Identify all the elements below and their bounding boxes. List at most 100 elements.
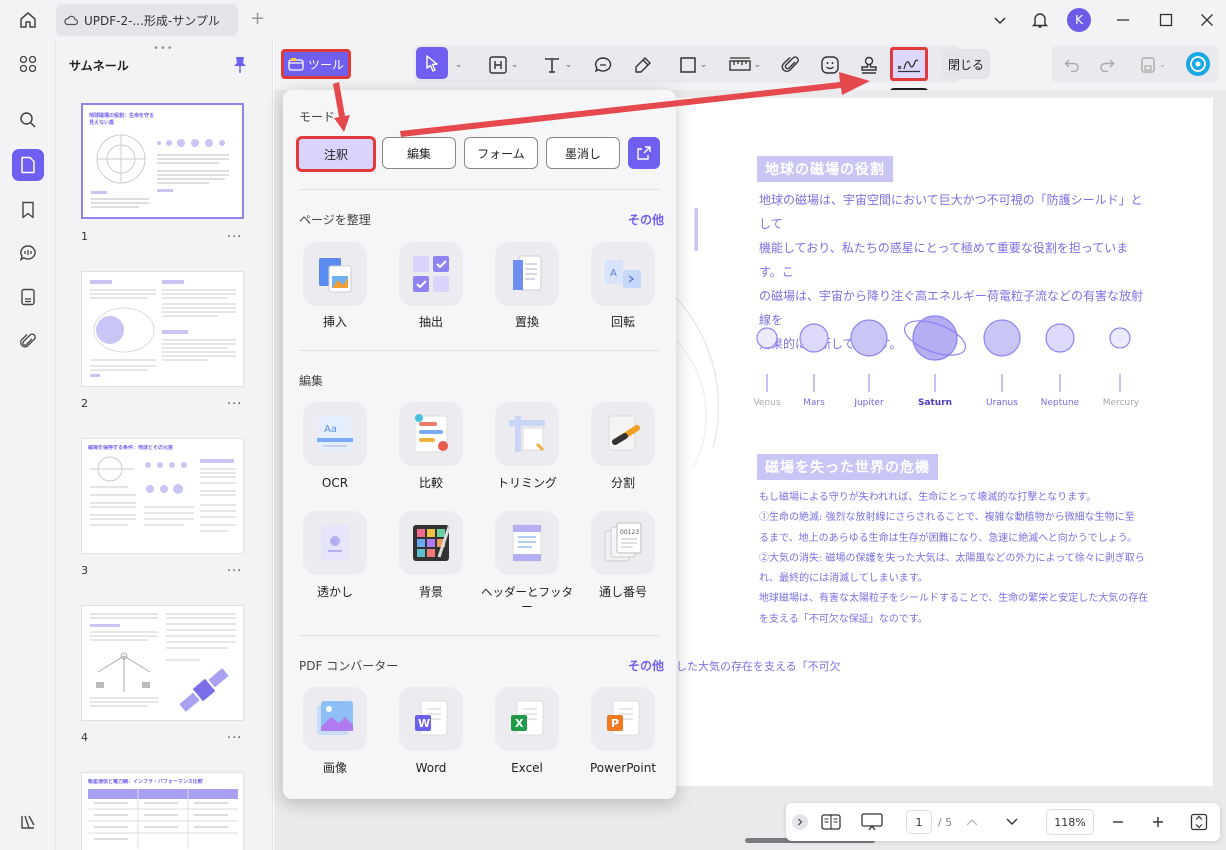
thumbnail-page-2[interactable]	[81, 271, 244, 387]
paperclip-icon	[20, 333, 36, 348]
highlighter-tool[interactable]	[632, 52, 654, 78]
ocr-tool[interactable]: Aa	[303, 402, 367, 466]
insert-tool[interactable]	[303, 242, 367, 306]
add-tab-button[interactable]: +	[250, 10, 268, 28]
rotate-tool[interactable]: A	[591, 242, 655, 306]
converter-more-link[interactable]: その他	[628, 657, 664, 674]
close-tools-button[interactable]: 閉じる	[942, 49, 990, 79]
text-tool[interactable]: ⌄	[536, 52, 578, 78]
minimize-button[interactable]	[1111, 8, 1135, 32]
notification-button[interactable]	[1028, 8, 1052, 32]
numbering-icon: 00123	[604, 522, 642, 562]
undo-button[interactable]	[1062, 52, 1082, 78]
presentation-button[interactable]	[860, 811, 884, 833]
paragraph-line: れ、最終的には消滅してしまいます。	[759, 573, 928, 585]
page-layout-button[interactable]	[820, 811, 842, 833]
zoom-out-button[interactable]	[1108, 811, 1128, 833]
compare-tool[interactable]	[399, 402, 463, 466]
header-footer-icon	[512, 524, 542, 562]
paragraph-line: を支える「不可欠な保証」なのです。	[759, 613, 928, 625]
drag-handle[interactable]: •••	[153, 43, 174, 54]
replace-tool[interactable]	[495, 242, 559, 306]
collapse-statusbar-button[interactable]	[792, 814, 808, 830]
thumbnail-menu[interactable]: ...	[227, 727, 242, 742]
watermark-tool[interactable]	[303, 511, 367, 575]
planet-label: Jupiter	[854, 398, 884, 408]
stamp-panel-button[interactable]	[12, 281, 44, 313]
select-tool-menu[interactable]: ⌄	[452, 52, 463, 78]
thumbnail-page-4[interactable]	[81, 605, 244, 721]
extract-tool[interactable]	[399, 242, 463, 306]
sticker-tool[interactable]	[819, 52, 841, 78]
background-tool[interactable]	[399, 511, 463, 575]
select-tool-button[interactable]	[416, 47, 448, 79]
thumbnail-menu[interactable]: ...	[227, 226, 242, 241]
ai-assistant-button[interactable]	[1185, 51, 1211, 77]
section-heading: 地球の磁場の役割	[757, 156, 893, 182]
insert-icon	[319, 258, 352, 293]
header-footer-tool[interactable]	[495, 511, 559, 575]
thumbnail-number: 1	[81, 230, 88, 243]
thumbnail-menu[interactable]: ...	[227, 393, 242, 408]
shape-tool[interactable]: ⌄	[673, 52, 713, 78]
grid-icon	[19, 55, 37, 73]
open-external-button[interactable]	[628, 137, 660, 169]
organize-more-link[interactable]: その他	[628, 211, 664, 228]
crop-tool[interactable]	[495, 402, 559, 466]
previous-page-button[interactable]	[962, 811, 982, 833]
bates-number-tool[interactable]: 00123	[591, 511, 655, 575]
tab-title: UPDF-2-...形成-サンプル	[84, 13, 220, 28]
page-total: / 5	[937, 815, 953, 829]
document-icon	[21, 288, 35, 306]
page-number-input[interactable]: 1	[906, 810, 932, 834]
zoom-in-button[interactable]	[1148, 811, 1168, 833]
thumbnail-menu[interactable]: ...	[227, 560, 242, 575]
pin-button[interactable]	[233, 56, 247, 74]
dropdown-button[interactable]	[988, 8, 1012, 32]
signature-tool[interactable]	[890, 47, 928, 81]
comment-tool[interactable]	[592, 52, 614, 78]
layers-button[interactable]	[12, 806, 44, 838]
convert-powerpoint-tool[interactable]: P	[591, 687, 655, 751]
tool-label: 挿入	[322, 315, 347, 329]
measure-tool[interactable]: ⌄	[724, 52, 766, 78]
tools-button[interactable]: ツール	[281, 49, 351, 79]
paragraph-line: るまで、地上のあらゆる生命は生存が困難になり、急速に絶滅へと向かうでしょう。	[759, 532, 1138, 544]
fit-page-button[interactable]	[1188, 811, 1210, 833]
mode-form-button[interactable]: フォーム	[464, 137, 538, 169]
redo-button[interactable]	[1097, 52, 1117, 78]
thumbnail-page-5[interactable]: 衛星通信と電力網：インフラ・パフォーマンス比較	[81, 772, 244, 850]
tool-label: Word	[415, 761, 447, 775]
thumbnail-content	[90, 456, 236, 532]
apps-button[interactable]	[12, 48, 44, 80]
convert-image-tool[interactable]	[303, 687, 367, 751]
maximize-button[interactable]	[1154, 8, 1178, 32]
convert-word-tool[interactable]: W	[399, 687, 463, 751]
mode-redact-button[interactable]: 墨消し	[546, 137, 620, 169]
search-button[interactable]	[12, 104, 44, 136]
close-window-button[interactable]	[1195, 8, 1219, 32]
layers-icon	[21, 815, 35, 829]
thumbnail-page-3[interactable]: 磁場を保持する条件：地球とその兄弟	[81, 438, 244, 554]
stamp-tool[interactable]	[858, 52, 880, 78]
text-icon	[544, 58, 559, 73]
user-avatar[interactable]: K	[1067, 8, 1091, 32]
bookmark-button[interactable]	[12, 194, 44, 226]
comments-button[interactable]	[12, 237, 44, 269]
cursor-icon	[426, 55, 438, 72]
mode-edit-button[interactable]: 編集	[382, 137, 456, 169]
attachment-tool[interactable]	[780, 52, 802, 78]
zoom-input[interactable]: 118%	[1046, 809, 1094, 835]
next-page-button[interactable]	[1002, 811, 1022, 833]
document-tab[interactable]: UPDF-2-...形成-サンプル	[56, 4, 238, 36]
convert-excel-tool[interactable]: X	[495, 687, 559, 751]
attachments-button[interactable]	[12, 325, 44, 357]
tool-label: 比較	[418, 476, 443, 490]
save-button[interactable]: ⌄	[1138, 52, 1168, 78]
text-box-tool[interactable]: ⌄	[482, 52, 524, 78]
mode-annotate-button[interactable]: 注釈	[296, 136, 376, 172]
home-button[interactable]	[14, 8, 42, 32]
split-tool[interactable]	[591, 402, 655, 466]
thumbnail-page-1[interactable]: 地球磁場の役割：生命を守る見えない盾	[81, 103, 244, 219]
thumbnails-button[interactable]	[12, 149, 44, 181]
